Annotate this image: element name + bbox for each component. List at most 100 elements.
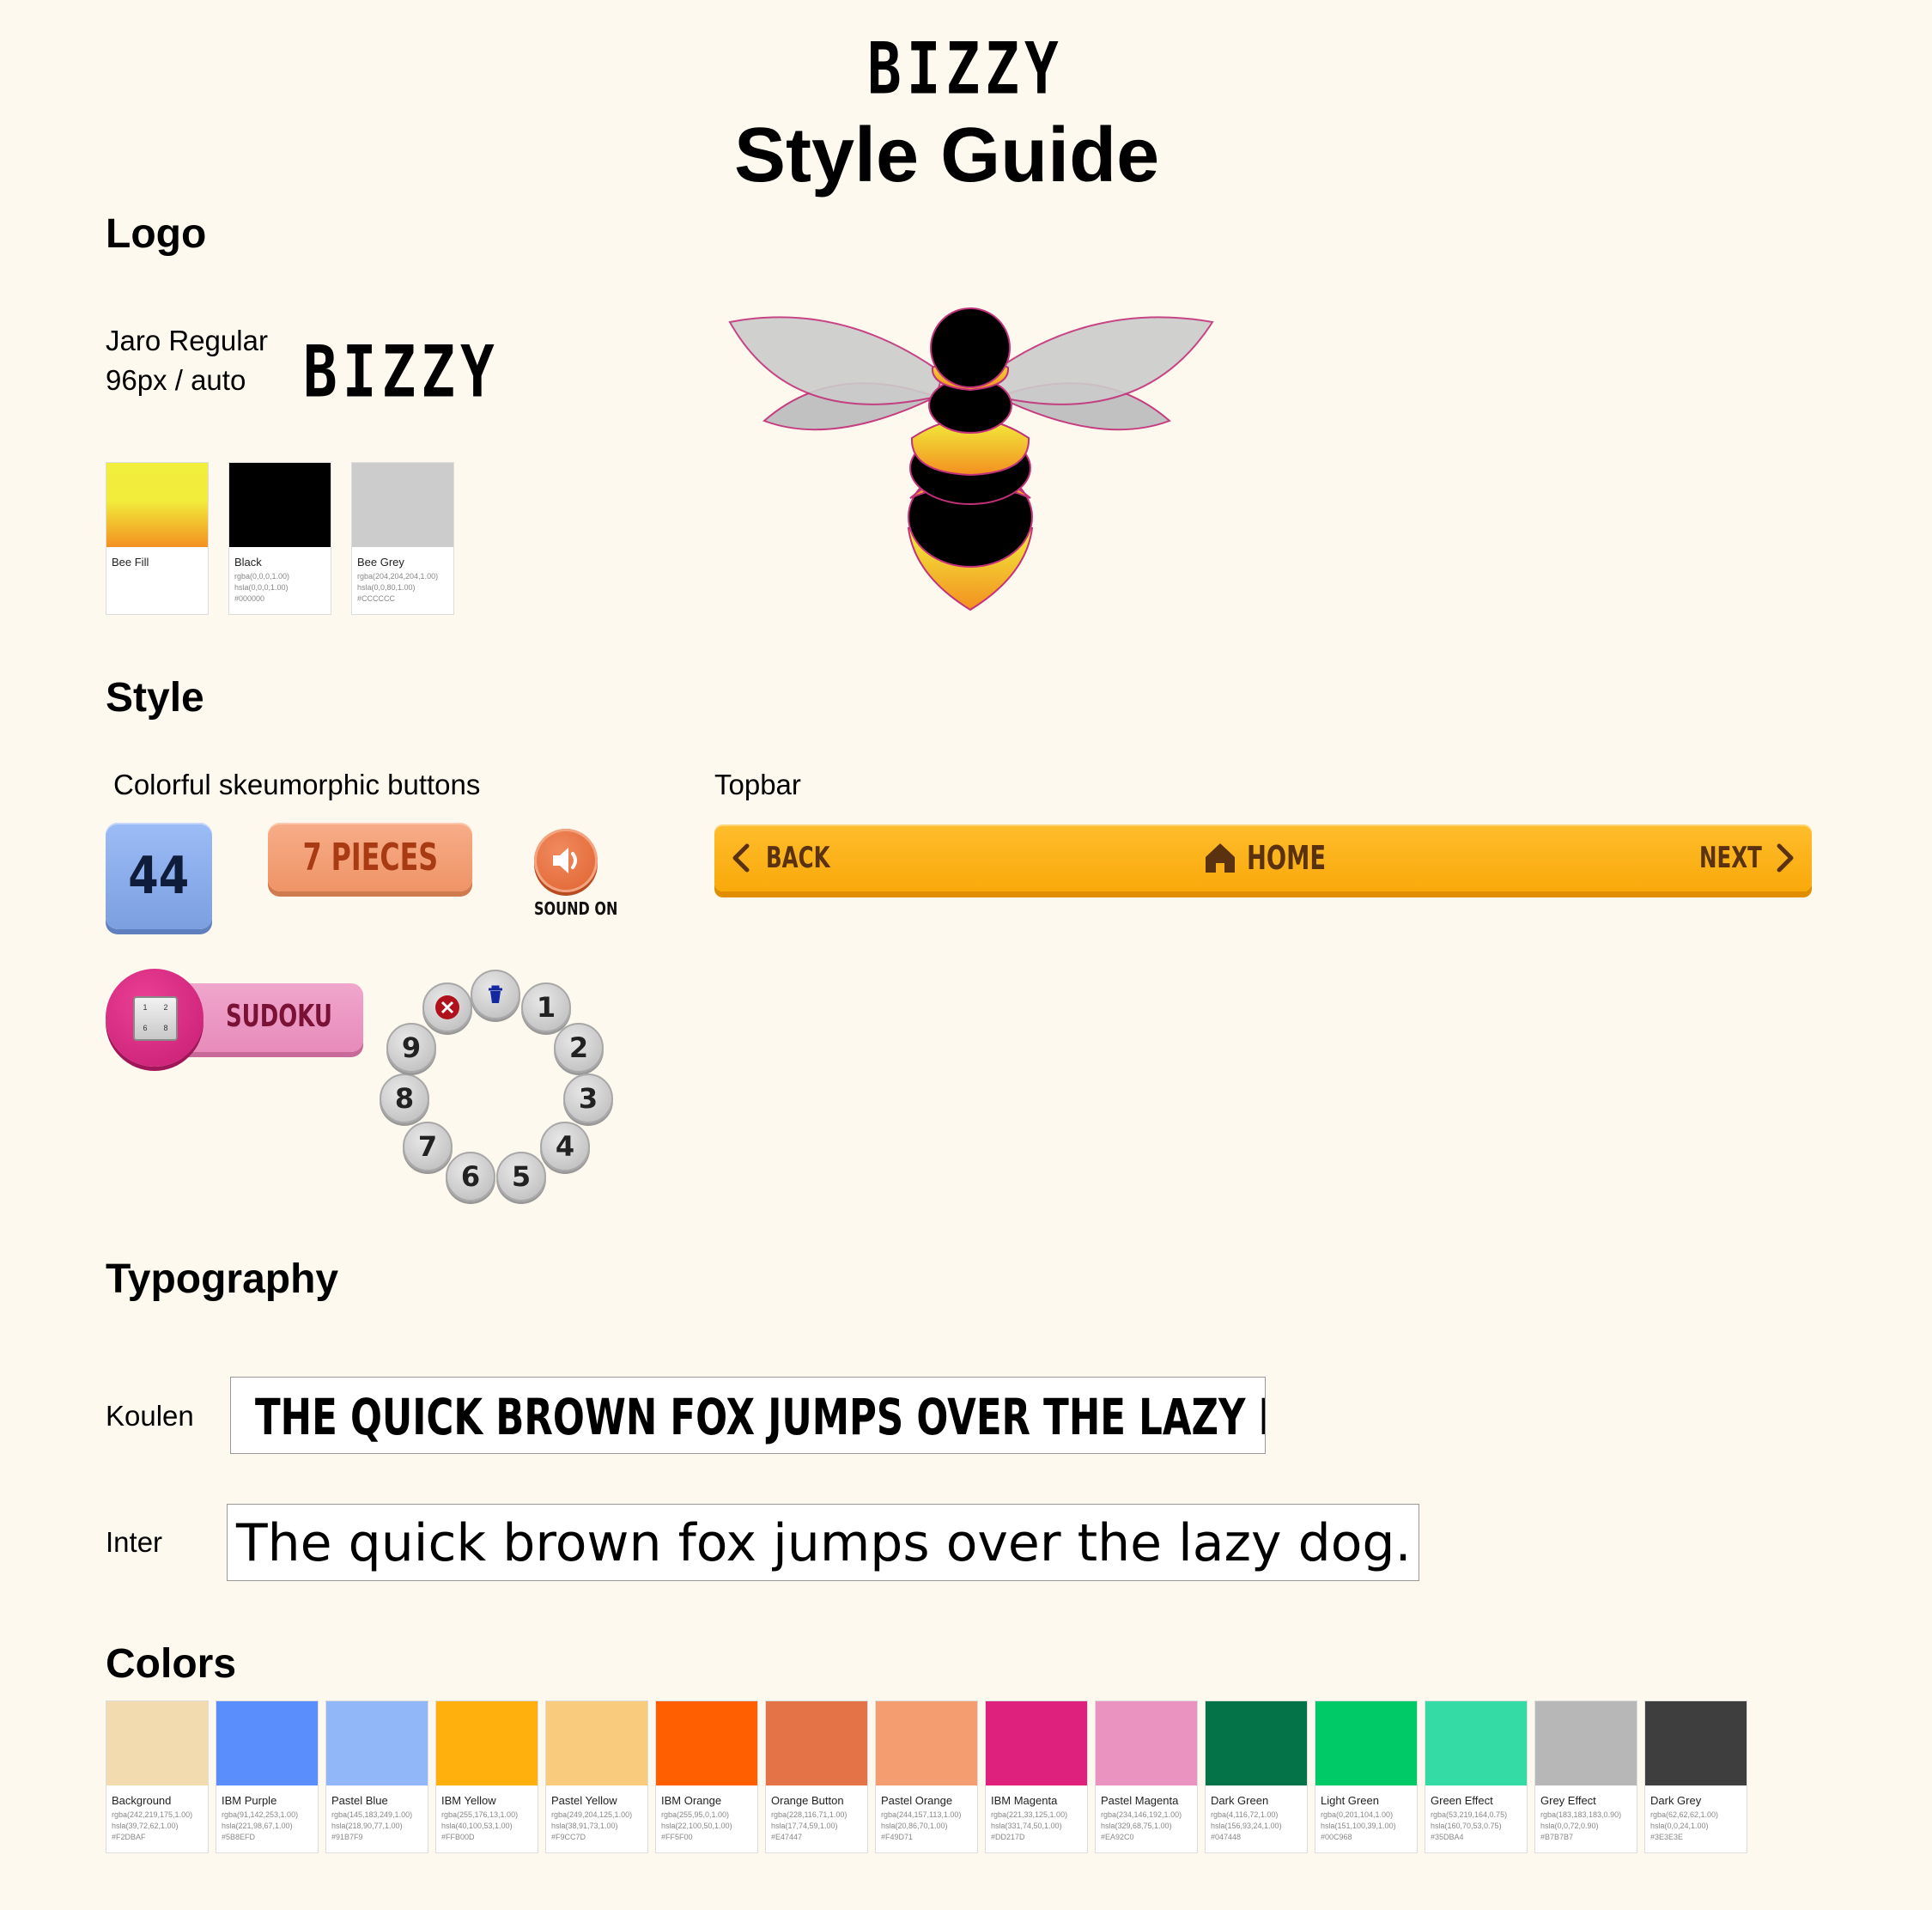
swatch-chip [1535,1701,1637,1785]
color-swatch: Grey Effect rgba(183,183,183,0.90) hsla(0,… [1534,1700,1637,1853]
ring-number-6[interactable]: 6 [446,1152,495,1201]
style-heading: Style [106,675,204,721]
swatch-values: rgba(234,146,192,1.00) hsla(329,68,75,1.0… [1101,1810,1182,1841]
pieces-button[interactable]: 7 PIECES [268,823,472,891]
chevron-right-icon [1777,843,1794,873]
topbar-home-label: HOME [1247,839,1327,877]
swatch-chip [1425,1701,1527,1785]
color-swatch: IBM Purple rgba(91,142,253,1.00) hsla(221,… [216,1700,319,1853]
font-sample-koulen: THE QUICK BROWN FOX JUMPS OVER THE LAZY … [230,1377,1266,1454]
swatch-chip [352,463,453,547]
sound-label: SOUND ON [534,898,618,919]
swatch-chip [1206,1701,1307,1785]
chevron-left-icon [732,843,750,873]
swatch-values: rgba(0,0,0,1.00) hsla(0,0,0,1.00) #00000… [234,572,290,603]
topbar-back-label: BACK [766,841,830,875]
swatch-name: Pastel Orange [881,1794,953,1807]
ring-number-2[interactable]: 2 [554,1023,604,1073]
swatch-chip [876,1701,977,1785]
typography-heading: Typography [106,1256,339,1302]
swatch-values: rgba(228,116,71,1.00) hsla(17,74,59,1.00)… [771,1810,848,1841]
logo-font-size: 96px / auto [106,364,246,396]
pieces-button-label: 7 PIECES [302,835,438,879]
color-swatch: Light Green rgba(0,201,104,1.00) hsla(151,… [1315,1700,1418,1853]
sound-button[interactable] [534,829,598,892]
swatch-name: Background [112,1794,172,1807]
colors-heading: Colors [106,1641,237,1687]
swatch-chip [436,1701,538,1785]
page-title: Style Guide [734,113,1160,198]
swatch-values: rgba(244,157,113,1.00) hsla(20,86,70,1.00… [881,1810,962,1841]
swatch-values: rgba(62,62,62,1.00) hsla(0,0,24,1.00) #3E3… [1650,1810,1719,1841]
swatch-chip [326,1701,428,1785]
logo-heading: Logo [106,211,207,257]
swatch-name: Pastel Blue [331,1794,388,1807]
swatch-name: Pastel Yellow [551,1794,617,1807]
topbar-next-button[interactable]: NEXT [1699,836,1796,879]
font-name-inter: Inter [106,1526,163,1558]
swatch-chip [656,1701,757,1785]
swatch-name: Pastel Magenta [1101,1794,1179,1807]
swatch-name: Black [234,556,262,569]
topbar-back-button[interactable]: BACK [730,836,855,879]
color-swatch: Pastel Orange rgba(244,157,113,1.00) hsla(… [875,1700,978,1853]
wing-upper-left [728,316,945,405]
sudoku-icon-circle[interactable]: 1 2 6 8 [106,969,204,1067]
swatch-name: Orange Button [771,1794,844,1807]
swatch-chip [1315,1701,1417,1785]
swatch-name: IBM Yellow [441,1794,496,1807]
ring-number-8[interactable]: 8 [380,1074,429,1123]
swatch-name: Bee Fill [112,556,149,569]
font-name-koulen: Koulen [106,1400,194,1432]
ring-number-1[interactable]: 1 [521,982,571,1032]
wing-upper-right [989,316,1214,405]
trash-icon [489,985,502,1003]
color-swatch: Dark Green rgba(4,116,72,1.00) hsla(156,93… [1205,1700,1308,1853]
brand-wordmark: BIZZY [867,27,1064,111]
swatch-chip [216,1701,318,1785]
ring-trash-button[interactable] [471,970,520,1019]
swatch-name: IBM Purple [222,1794,277,1807]
color-swatch: Dark Grey rgba(62,62,62,1.00) hsla(0,0,24,… [1644,1700,1747,1853]
swatch-name: IBM Orange [661,1794,722,1807]
swatch-chip [766,1701,867,1785]
ring-close-button[interactable] [422,982,472,1032]
swatch-name: Bee Grey [357,556,404,569]
swatch-chip [1645,1701,1747,1785]
ring-number-7[interactable]: 7 [403,1122,453,1171]
swatch-values: rgba(204,204,204,1.00) hsla(0,0,80,1.00)… [357,572,439,603]
swatch-chip [1096,1701,1197,1785]
buttons-label: Colorful skeumorphic buttons [113,769,481,800]
logo-font-name: Jaro Regular [106,325,268,356]
ring-number-5[interactable]: 5 [496,1152,546,1201]
swatch-values: rgba(255,176,13,1.00) hsla(40,100,53,1.00… [441,1810,519,1841]
color-swatch: IBM Yellow rgba(255,176,13,1.00) hsla(40,1… [435,1700,538,1853]
color-swatch: IBM Magenta rgba(221,33,125,1.00) hsla(331… [985,1700,1088,1853]
color-swatch: IBM Orange rgba(255,95,0,1.00) hsla(22,100… [655,1700,758,1853]
swatch-values: rgba(4,116,72,1.00) hsla(156,93,24,1.00) #… [1211,1810,1282,1841]
speaker-icon [553,848,577,873]
logo-swatch-bee-grey: Bee Grey rgba(204,204,204,1.00) hsla(0,0… [351,462,454,615]
logo-swatch-bee-fill: Bee Fill [106,462,209,615]
color-swatch: Background rgba(242,219,175,1.00) hsla(39,… [106,1700,209,1853]
swatch-chip [986,1701,1087,1785]
swatch-values: rgba(255,95,0,1.00) hsla(22,100,50,1.00) #… [661,1810,732,1841]
swatch-chip [106,1701,208,1785]
color-swatch: Pastel Yellow rgba(249,204,125,1.00) hsla(… [545,1700,648,1853]
ring-number-4[interactable]: 4 [540,1122,590,1171]
swatch-chip [546,1701,647,1785]
swatch-values: rgba(91,142,253,1.00) hsla(221,98,67,1.00… [222,1810,299,1841]
close-icon [435,995,459,1019]
swatch-values: rgba(221,33,125,1.00) hsla(331,74,50,1.00… [991,1810,1068,1841]
color-swatch: Green Effect rgba(53,219,164,0.75) hsla(16… [1425,1700,1528,1853]
ring-number-9[interactable]: 9 [386,1023,436,1073]
ring-number-3[interactable]: 3 [563,1074,613,1123]
bee-head [930,307,1011,388]
topbar-home-button[interactable]: HOME [1202,835,1357,881]
swatch-values: rgba(242,219,175,1.00) hsla(39,72,62,1.00… [112,1810,193,1841]
swatch-values: rgba(145,183,249,1.00) hsla(218,90,77,1.0… [331,1810,413,1841]
logo-wordmark: BIZZY [303,331,500,414]
font-sample-inter: The quick brown fox jumps over the lazy … [227,1504,1419,1581]
logo-swatch-black: Black rgba(0,0,0,1.00) hsla(0,0,0,1.00) … [228,462,331,615]
number-button[interactable]: 44 [106,823,212,929]
